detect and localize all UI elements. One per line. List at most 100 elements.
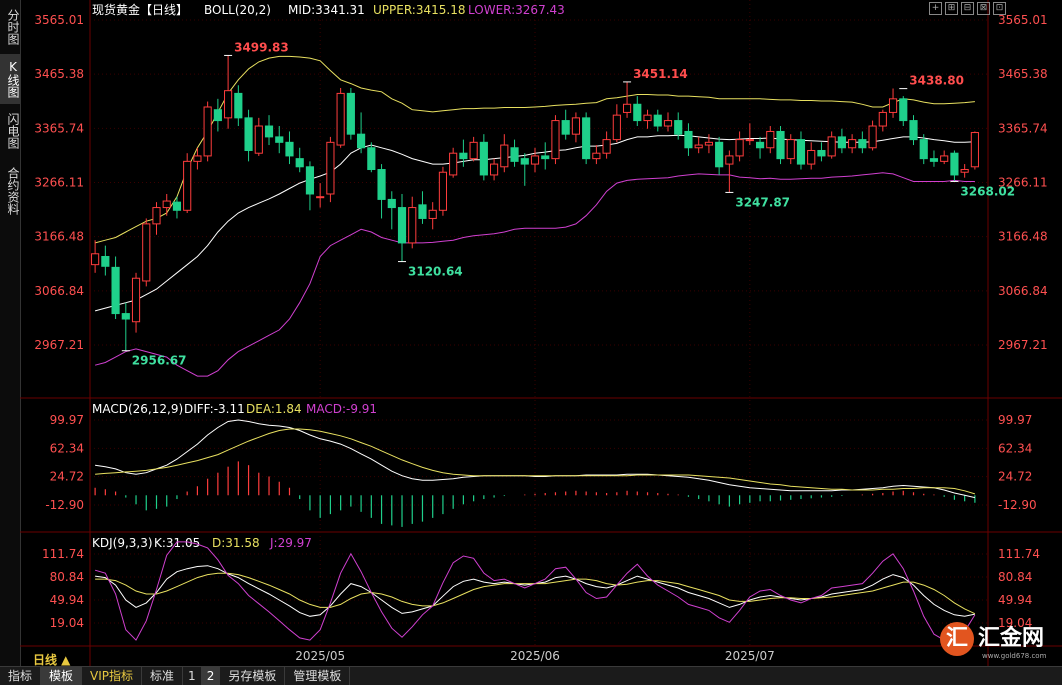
bottom-tab-7[interactable]: 管理模板 xyxy=(285,667,351,685)
candle-body xyxy=(643,114,652,122)
window-control-0-icon[interactable]: + xyxy=(929,2,942,15)
logo-text: 汇金网 xyxy=(978,626,1045,651)
price-tick-label-left: 3465.38 xyxy=(34,67,84,81)
window-control-2-icon[interactable]: ⊟ xyxy=(961,2,974,15)
x-tick-label: 2025/07 xyxy=(725,649,775,663)
bottom-tab-5[interactable]: 2 xyxy=(201,667,221,685)
price-tick-label-left: 3565.01 xyxy=(34,13,84,27)
window-controls: + ⊞ ⊟ ⊠ ⊡ xyxy=(929,2,1006,15)
bottom-tab-1[interactable]: 模板 xyxy=(41,667,83,685)
candle-body xyxy=(888,98,898,113)
candle-body xyxy=(469,141,478,160)
window-control-3-icon[interactable]: ⊠ xyxy=(977,2,990,15)
candle-body xyxy=(807,149,816,165)
kdj-name: KDJ(9,3,3) xyxy=(92,536,153,550)
price-tick-label-right: 2967.21 xyxy=(998,338,1048,352)
window-control-1-icon[interactable]: ⊞ xyxy=(945,2,958,15)
candle-body xyxy=(837,136,846,149)
candle-body xyxy=(326,141,335,195)
candle-body xyxy=(612,114,621,141)
kdj-d-value: D:31.58 xyxy=(212,536,260,550)
candle-body xyxy=(152,207,161,225)
price-tick-label-right: 3465.38 xyxy=(998,67,1048,81)
kdj-d-line xyxy=(95,572,976,615)
logo: 汇 汇金网 xyxy=(940,622,1044,656)
candle-body xyxy=(510,147,519,162)
price-tick-label-left: 2967.21 xyxy=(34,338,84,352)
side-tab-2[interactable]: 闪电图 xyxy=(0,106,20,156)
x-tick-label: 2025/06 xyxy=(510,649,560,663)
bottom-tab-4[interactable]: 1 xyxy=(183,667,202,685)
candle-body xyxy=(193,155,202,162)
candle-body xyxy=(940,155,949,162)
candle-body xyxy=(285,141,294,157)
candle-body xyxy=(244,117,253,151)
price-tick-label-right: 3066.84 xyxy=(998,284,1048,298)
macd-tick-label-left: 62.34 xyxy=(50,441,84,455)
candle-body xyxy=(592,152,601,160)
bottom-tab-2[interactable]: VIP指标 xyxy=(82,667,143,685)
candle-body xyxy=(878,111,887,127)
macd-tick-label-left: -12.90 xyxy=(45,498,84,512)
candle-body xyxy=(653,114,662,127)
candle-body xyxy=(817,149,826,157)
candlestick-chart[interactable]: 3565.01 3565.01 3465.38 3465.38 3365.74 3365.… xyxy=(20,0,1062,666)
candle-body xyxy=(357,133,366,149)
macd-diff-value: DIFF:-3.11 xyxy=(184,402,245,416)
candle-body xyxy=(663,120,673,127)
macd-tick-label-right: 62.34 xyxy=(998,441,1032,455)
bottom-tab-6[interactable]: 另存模板 xyxy=(220,667,286,685)
candle-body xyxy=(121,313,130,320)
macd-diff-line xyxy=(95,419,976,499)
logo-mark: 汇 xyxy=(940,622,974,656)
candle-body xyxy=(418,204,427,219)
candle-body xyxy=(490,163,499,176)
boll-lower-value: LOWER:3267.43 xyxy=(468,3,565,17)
candle-body xyxy=(224,90,233,119)
candle-body xyxy=(919,139,928,160)
candle-body xyxy=(254,125,263,154)
kdj-tick-label-left: 49.94 xyxy=(50,593,84,607)
boll-lower-line xyxy=(94,172,975,377)
kdj-tick-label-right: 49.94 xyxy=(998,593,1032,607)
candle-body xyxy=(582,117,591,160)
candle-body xyxy=(725,155,734,165)
macd-tick-label-left: 24.72 xyxy=(50,470,84,484)
candle-body xyxy=(694,144,703,149)
candle-body xyxy=(162,200,171,209)
candle-body xyxy=(397,207,407,244)
price-tick-label-right: 3565.01 xyxy=(998,13,1048,27)
candle-body xyxy=(275,136,284,143)
candle-body xyxy=(500,144,509,168)
annotation-label: 3438.80 xyxy=(909,74,964,88)
candle-body xyxy=(633,103,642,122)
side-tab-1[interactable]: K线图 xyxy=(0,54,20,104)
macd-tick-label-right: 99.97 xyxy=(998,413,1032,427)
candle-body xyxy=(479,141,488,176)
side-tab-3[interactable]: 合约资料 xyxy=(0,158,20,224)
candle-body xyxy=(848,139,857,149)
bottom-tab-0[interactable]: 指标 xyxy=(0,667,42,685)
candle-body xyxy=(827,136,836,157)
bottom-tab-3[interactable]: 标准 xyxy=(142,667,184,685)
candle-body xyxy=(684,130,693,149)
annotation-label: 2956.67 xyxy=(132,354,187,368)
candle-body xyxy=(101,255,110,267)
candle-body xyxy=(336,92,345,146)
window-control-4-icon[interactable]: ⊡ xyxy=(993,2,1006,15)
candle-body xyxy=(704,141,713,146)
price-tick-label-right: 3166.48 xyxy=(998,230,1048,244)
boll-name: BOLL(20,2) xyxy=(204,3,271,17)
candle-body xyxy=(172,201,182,211)
side-tab-0[interactable]: 分时图 xyxy=(0,2,20,52)
annotation-label: 3499.83 xyxy=(234,40,289,54)
candle-body xyxy=(449,152,458,176)
annotation-label: 3120.64 xyxy=(408,265,463,279)
annotation-label: 3451.14 xyxy=(633,67,688,81)
candle-body xyxy=(909,120,918,141)
candle-body xyxy=(530,155,540,165)
instrument-title: 现货黄金【日线】 xyxy=(92,2,188,17)
boll-upper-value: UPPER:3415.18 xyxy=(373,3,465,17)
candle-body xyxy=(796,139,806,165)
candle-body xyxy=(571,117,580,135)
